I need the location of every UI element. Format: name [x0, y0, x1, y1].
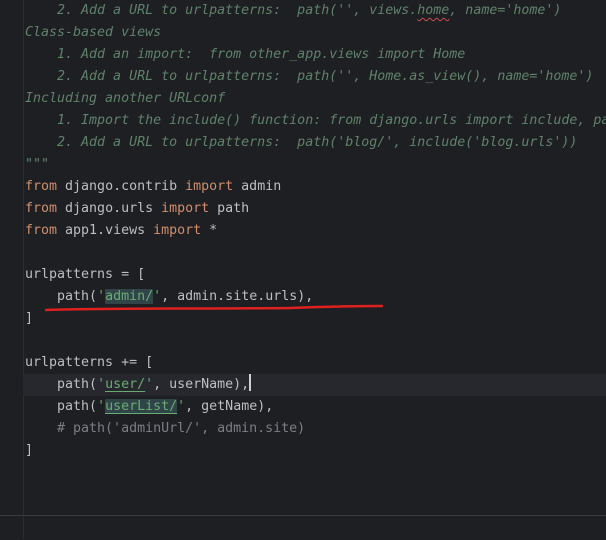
editor-bottom-bar: [0, 515, 606, 540]
red-annotation-stroke: [44, 304, 384, 312]
gutter-divider-bottom: [23, 515, 24, 539]
red-underline-annotation: [44, 304, 384, 312]
code-editor[interactable]: 2. Add a URL to urlpatterns: path('', vi…: [0, 0, 606, 515]
